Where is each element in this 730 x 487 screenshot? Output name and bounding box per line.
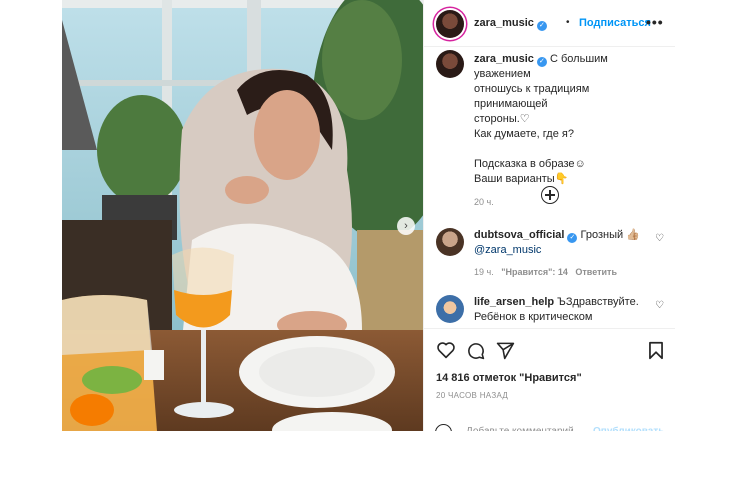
page-footer-blank (0, 431, 730, 487)
comment-text: Грозный 👍🏼 (580, 229, 640, 241)
comment-like-heart-icon[interactable]: ♡ (655, 300, 664, 311)
caption-line: Как думаете, где я? (474, 128, 574, 140)
more-options-icon[interactable]: ••• (646, 14, 664, 30)
post-caption: zara_music ✓ С большим уважением отношусь… (474, 52, 664, 210)
post-timestamp: 20 ЧАСОВ НАЗАД (436, 391, 509, 400)
comment-body: life_arsen_help ЪЗдравствуйте. Ребёнок в… (474, 295, 654, 325)
comment-item: dubtsova_official ✓ Грозный 👍🏼 @zara_musi… (424, 228, 675, 282)
caption-line: Ваши варианты👇 (474, 173, 569, 185)
caption-time: 20 ч. (474, 197, 494, 207)
caption-username[interactable]: zara_music (474, 53, 534, 65)
bookmark-icon[interactable] (648, 341, 664, 360)
separator-dot: • (566, 17, 570, 28)
commenter-avatar[interactable] (436, 228, 464, 256)
post-actions-bar: 14 816 отметок "Нравится" 20 ЧАСОВ НАЗАД (424, 328, 675, 432)
comment-like-heart-icon[interactable]: ♡ (655, 233, 664, 244)
commenter-avatar[interactable] (436, 295, 464, 323)
comment-text: ЪЗдравствуйте. (557, 296, 639, 308)
post-header: zara_music ✓ • Подписаться ••• (424, 0, 675, 47)
share-send-icon[interactable] (496, 341, 515, 360)
commenter-username[interactable]: life_arsen_help (474, 296, 554, 308)
post-photo[interactable] (62, 0, 423, 431)
commenter-username[interactable]: dubtsova_official (474, 229, 564, 241)
comment-likes-count[interactable]: "Нравится": 14 (501, 267, 568, 277)
comment-time: 19 ч. (474, 267, 494, 277)
caption-author-avatar[interactable] (436, 50, 464, 78)
photo-illustration (62, 0, 423, 431)
caption-line: стороны.♡ (474, 113, 530, 125)
reply-button[interactable]: Ответить (575, 267, 617, 277)
like-heart-icon[interactable] (436, 341, 456, 359)
likes-count[interactable]: 14 816 отметок "Нравится" (436, 372, 582, 384)
comment-text-continued: Ребёнок в критическом (474, 311, 593, 323)
comment-body: dubtsova_official ✓ Грозный 👍🏼 @zara_musi… (474, 228, 654, 280)
next-photo-button[interactable]: › (397, 217, 415, 235)
follow-button[interactable]: Подписаться (579, 17, 651, 29)
load-more-comments-icon[interactable] (541, 186, 559, 204)
caption-line: Подсказка в образе☺ (474, 158, 586, 170)
post-side-panel: zara_music ✓ • Подписаться ••• zara_music… (423, 0, 675, 431)
verified-badge-icon: ✓ (536, 57, 547, 67)
verified-badge-icon: ✓ (567, 233, 578, 243)
comment-item: life_arsen_help ЪЗдравствуйте. Ребёнок в… (424, 295, 675, 327)
author-username[interactable]: zara_music ✓ (474, 17, 547, 31)
author-avatar[interactable] (436, 10, 464, 38)
comment-mention[interactable]: @zara_music (474, 244, 541, 256)
verified-badge-icon: ✓ (536, 21, 547, 31)
comment-bubble-icon[interactable] (466, 341, 485, 360)
caption-line: отношусь к традициям принимающей (474, 83, 590, 110)
